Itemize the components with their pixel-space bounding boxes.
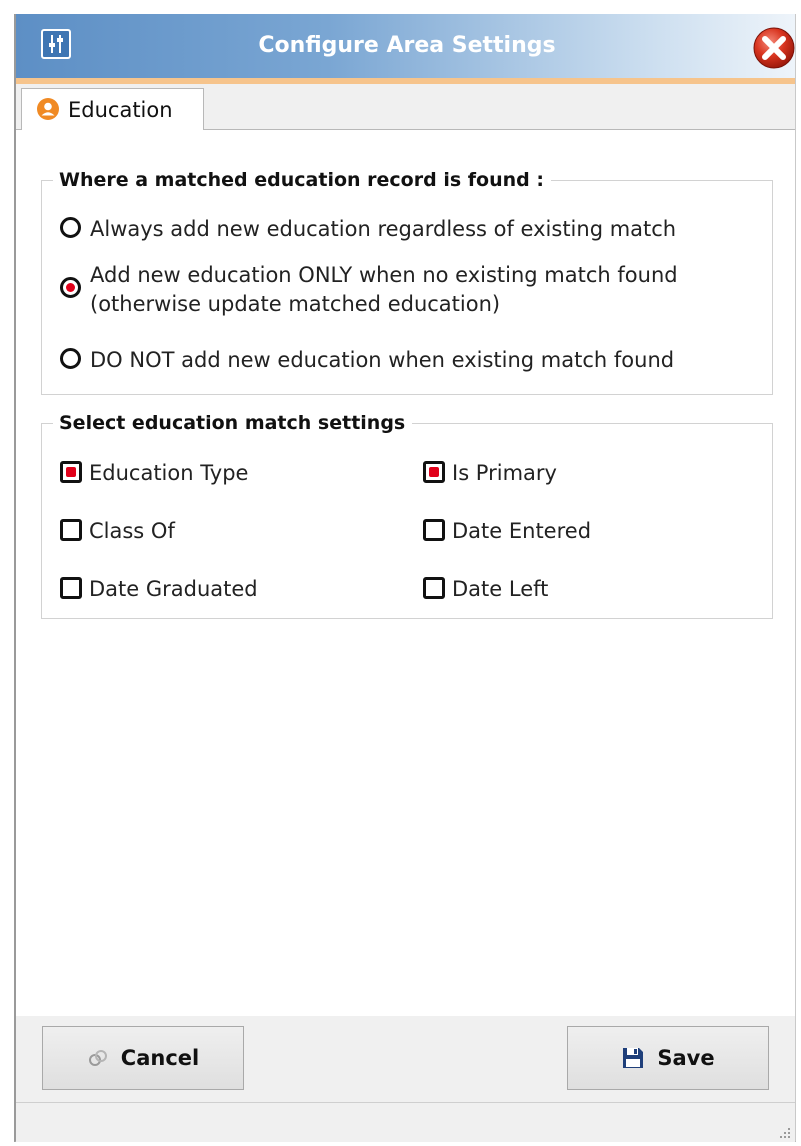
radio-label: Always add new education regardless of e… [90,217,677,241]
radio-label-line2: (otherwise update matched education) [90,292,501,316]
match-behavior-legend: Where a matched education record is foun… [53,169,551,191]
checkbox[interactable] [423,577,445,599]
status-bar [16,1102,795,1142]
tab-content-education: Where a matched education record is foun… [16,130,795,1016]
user-icon [36,97,60,121]
checkbox[interactable] [60,577,82,599]
title-bar[interactable]: Configure Area Settings [16,14,795,78]
link-icon [88,1050,107,1066]
close-icon[interactable] [752,26,796,70]
checkbox-label: Date Left [452,577,549,601]
checkbox-label: Class Of [89,519,175,543]
checkbox-label: Is Primary [452,461,557,485]
checkbox[interactable] [423,461,445,483]
save-button[interactable]: Save [567,1026,769,1090]
configure-area-settings-dialog: Configure Area Settings Education Where … [14,14,796,1142]
tab-education[interactable]: Education [21,88,204,131]
floppy-disk-icon [623,1048,644,1068]
resize-grip-icon[interactable] [777,1124,791,1138]
match-settings-legend: Select education match settings [53,412,413,434]
cancel-button[interactable]: Cancel [42,1026,244,1090]
checkbox[interactable] [60,519,82,541]
window-title: Configure Area Settings [258,33,556,58]
cancel-label: Cancel [120,1046,200,1070]
checkbox[interactable] [60,461,82,483]
checkbox-label: Date Graduated [89,577,258,601]
checkbox-label: Education Type [89,461,249,485]
checkbox[interactable] [423,519,445,541]
tab-strip: Education [16,84,795,131]
radio-button[interactable] [60,348,81,369]
match-settings-group: Select education match settings Educatio… [41,412,773,619]
radio-label: DO NOT add new education when existing m… [90,348,675,372]
save-label: Save [657,1046,715,1070]
match-behavior-group: Where a matched education record is foun… [41,169,773,395]
radio-button[interactable] [60,277,81,298]
checkbox-label: Date Entered [452,519,592,543]
tab-label: Education [68,98,173,122]
radio-label-line1: Add new education ONLY when no existing … [90,263,678,287]
button-bar: Cancel Save [16,1016,795,1142]
radio-button[interactable] [60,217,81,238]
